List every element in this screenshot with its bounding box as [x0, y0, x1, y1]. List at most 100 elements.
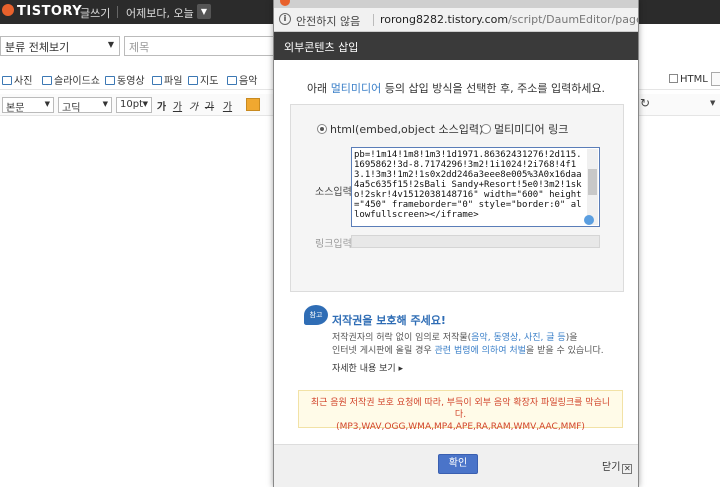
- chevron-down-icon[interactable]: ▼: [710, 99, 715, 107]
- radio-multimedia-link[interactable]: 멀티미디어 링크: [481, 121, 568, 137]
- bold-button[interactable]: 가: [156, 98, 167, 113]
- close-icon: ✕: [622, 464, 633, 474]
- divider: [117, 6, 118, 18]
- favicon-icon: [280, 0, 290, 6]
- textarea-scrollbar[interactable]: [587, 149, 598, 225]
- size-value: 10pt: [120, 99, 143, 110]
- window-titlebar: [274, 0, 638, 8]
- slideshow-icon: [42, 76, 52, 85]
- instruction-text: 아래 멀티미디어 등의 삽입 방식을 선택한 후, 주소를 입력하세요.: [274, 80, 638, 96]
- security-status[interactable]: 안전하지 않음: [296, 13, 360, 29]
- attach-map-button[interactable]: 지도: [188, 72, 218, 87]
- chevron-down-icon: ▼: [142, 100, 148, 108]
- url-path: /script/DaumEditor/pages...: [508, 13, 638, 26]
- attach-label: 음악: [239, 76, 258, 87]
- copyright-text: 저작권자의 허락 없이 임의로 저작물(음악, 동영상, 사진, 글 등)을 인…: [332, 332, 612, 358]
- paragraph-select[interactable]: 본문 ▼: [2, 97, 54, 114]
- panel-toggle[interactable]: [711, 72, 720, 86]
- close-label: 닫기: [602, 462, 621, 473]
- file-icon: [152, 76, 162, 85]
- attach-music-button[interactable]: 음악: [227, 72, 257, 87]
- notice-line: (MP3,WAV,OGG,WMA,MP4,APE,RA,RAM,WMV,AAC,…: [336, 422, 585, 432]
- checkbox-icon: [669, 74, 678, 83]
- attach-label: 파일: [164, 76, 183, 87]
- input-panel: html(embed,object 소스입력) 멀티미디어 링크 소스입력 pb…: [290, 104, 624, 292]
- link-label: 링크입력: [315, 239, 352, 250]
- instruction-highlight: 멀티미디어: [330, 82, 382, 95]
- copyright-title: 저작권을 보호해 주세요!: [332, 314, 446, 327]
- scrollbar-thumb[interactable]: [588, 169, 597, 195]
- copyright-part: 을 받을 수 있습니다.: [525, 346, 604, 356]
- copyright-highlight: 관련 법령에 의하여 처벌: [434, 346, 526, 356]
- chevron-down-icon[interactable]: ▼: [197, 4, 211, 19]
- music-block-notice: 최근 음원 저작권 보호 요청에 따라, 부득이 외부 음악 확장자 파일링크를…: [298, 390, 623, 432]
- link-input: [351, 235, 600, 248]
- logo-text: TISTORY: [17, 4, 83, 19]
- popup-title: 외부콘텐츠 삽입: [284, 41, 359, 54]
- attach-label: 동영상: [117, 76, 145, 87]
- map-icon: [188, 76, 198, 85]
- radio-label: 멀티미디어 링크: [494, 123, 569, 136]
- instruction-part: 등의 삽입 방식을 선택한 후, 주소를 입력하세요.: [381, 82, 606, 95]
- close-button[interactable]: 닫기 ✕: [602, 458, 633, 474]
- popup-header: 외부콘텐츠 삽입: [274, 32, 638, 60]
- highlight-color-icon[interactable]: [246, 98, 260, 111]
- external-content-popup: i 안전하지 않음 rorong8282.tistory.com/script/…: [273, 0, 639, 487]
- music-icon: [227, 76, 237, 85]
- font-select[interactable]: 고딕 ▼: [58, 97, 112, 114]
- address-bar: i 안전하지 않음 rorong8282.tistory.com/script/…: [274, 8, 638, 32]
- chevron-down-icon: ▼: [107, 40, 114, 49]
- copyright-part: 인터넷 게시판에 올릴 경우: [332, 346, 435, 356]
- tistory-logo-icon: [2, 4, 14, 16]
- radio-label: html(embed,object 소스입력): [330, 123, 484, 136]
- image-icon: [2, 76, 12, 85]
- radio-selected-icon: [317, 124, 327, 134]
- underline-button[interactable]: 가: [172, 98, 183, 113]
- confirm-button[interactable]: 확인: [438, 454, 478, 474]
- more-details-link[interactable]: 자세한 내용 보기 ▸: [332, 361, 403, 374]
- attach-label: 슬라이드쇼: [54, 76, 100, 87]
- attach-photo-button[interactable]: 사진: [2, 72, 32, 87]
- notice-line: 최근 음원 저작권 보호 요청에 따라, 부득이 외부 음악 확장자 파일링크를…: [310, 398, 611, 420]
- redo-icon[interactable]: ↻: [640, 96, 650, 110]
- source-textarea[interactable]: pb=!1m14!1m8!1m3!1d1971.86362431276!2d11…: [351, 147, 600, 227]
- strike-button[interactable]: 가: [204, 98, 215, 113]
- popup-body: 아래 멀티미디어 등의 삽입 방식을 선택한 후, 주소를 입력하세요. htm…: [274, 60, 638, 444]
- divider: [373, 14, 374, 26]
- attach-file-button[interactable]: 파일: [152, 72, 182, 87]
- source-value: pb=!1m14!1m8!1m3!1d1971.86362431276!2d11…: [354, 150, 582, 220]
- title-input[interactable]: 제목: [124, 36, 284, 56]
- instruction-part: 아래: [306, 82, 331, 95]
- attach-slideshow-button[interactable]: 슬라이드쇼: [42, 72, 100, 87]
- category-value: 분류 전체보기: [5, 41, 70, 54]
- chevron-down-icon: ▼: [44, 100, 50, 108]
- popup-footer: 확인 닫기 ✕: [274, 444, 638, 487]
- font-value: 고딕: [62, 103, 81, 114]
- italic-button[interactable]: 가: [188, 98, 199, 113]
- copyright-highlight: 음악, 동영상, 사진, 글 등: [471, 333, 566, 343]
- info-icon[interactable]: i: [279, 13, 291, 25]
- copyright-badge-icon: 참고: [304, 305, 328, 325]
- tistory-logo[interactable]: TISTORY: [2, 4, 82, 19]
- date-text: 어제보다, 오늘: [126, 7, 194, 20]
- paragraph-value: 본문: [6, 103, 25, 114]
- category-select[interactable]: 분류 전체보기 ▼: [0, 36, 120, 56]
- copyright-part: )을: [565, 333, 578, 343]
- attach-video-button[interactable]: 동영상: [105, 72, 145, 87]
- radio-unselected-icon: [481, 124, 491, 134]
- chevron-down-icon: ▼: [102, 100, 108, 108]
- copyright-part: 저작권자의 허락 없이 임의로 저작물(: [332, 333, 472, 343]
- attach-label: 지도: [200, 76, 219, 87]
- font-color-button[interactable]: 가: [222, 98, 233, 113]
- mode-label: 글쓰기: [80, 7, 111, 20]
- attach-label: 사진: [14, 76, 33, 87]
- radio-html-source[interactable]: html(embed,object 소스입력): [317, 121, 483, 137]
- source-label: 소스입력: [315, 187, 352, 198]
- html-checkbox-label: HTML: [680, 74, 708, 85]
- size-select[interactable]: 10pt ▼: [116, 97, 152, 113]
- html-checkbox[interactable]: HTML: [669, 74, 708, 85]
- url-text[interactable]: rorong8282.tistory.com/script/DaumEditor…: [380, 13, 638, 26]
- video-icon: [105, 76, 115, 85]
- url-host: rorong8282.tistory.com: [380, 13, 509, 26]
- resize-handle-icon[interactable]: [584, 215, 594, 225]
